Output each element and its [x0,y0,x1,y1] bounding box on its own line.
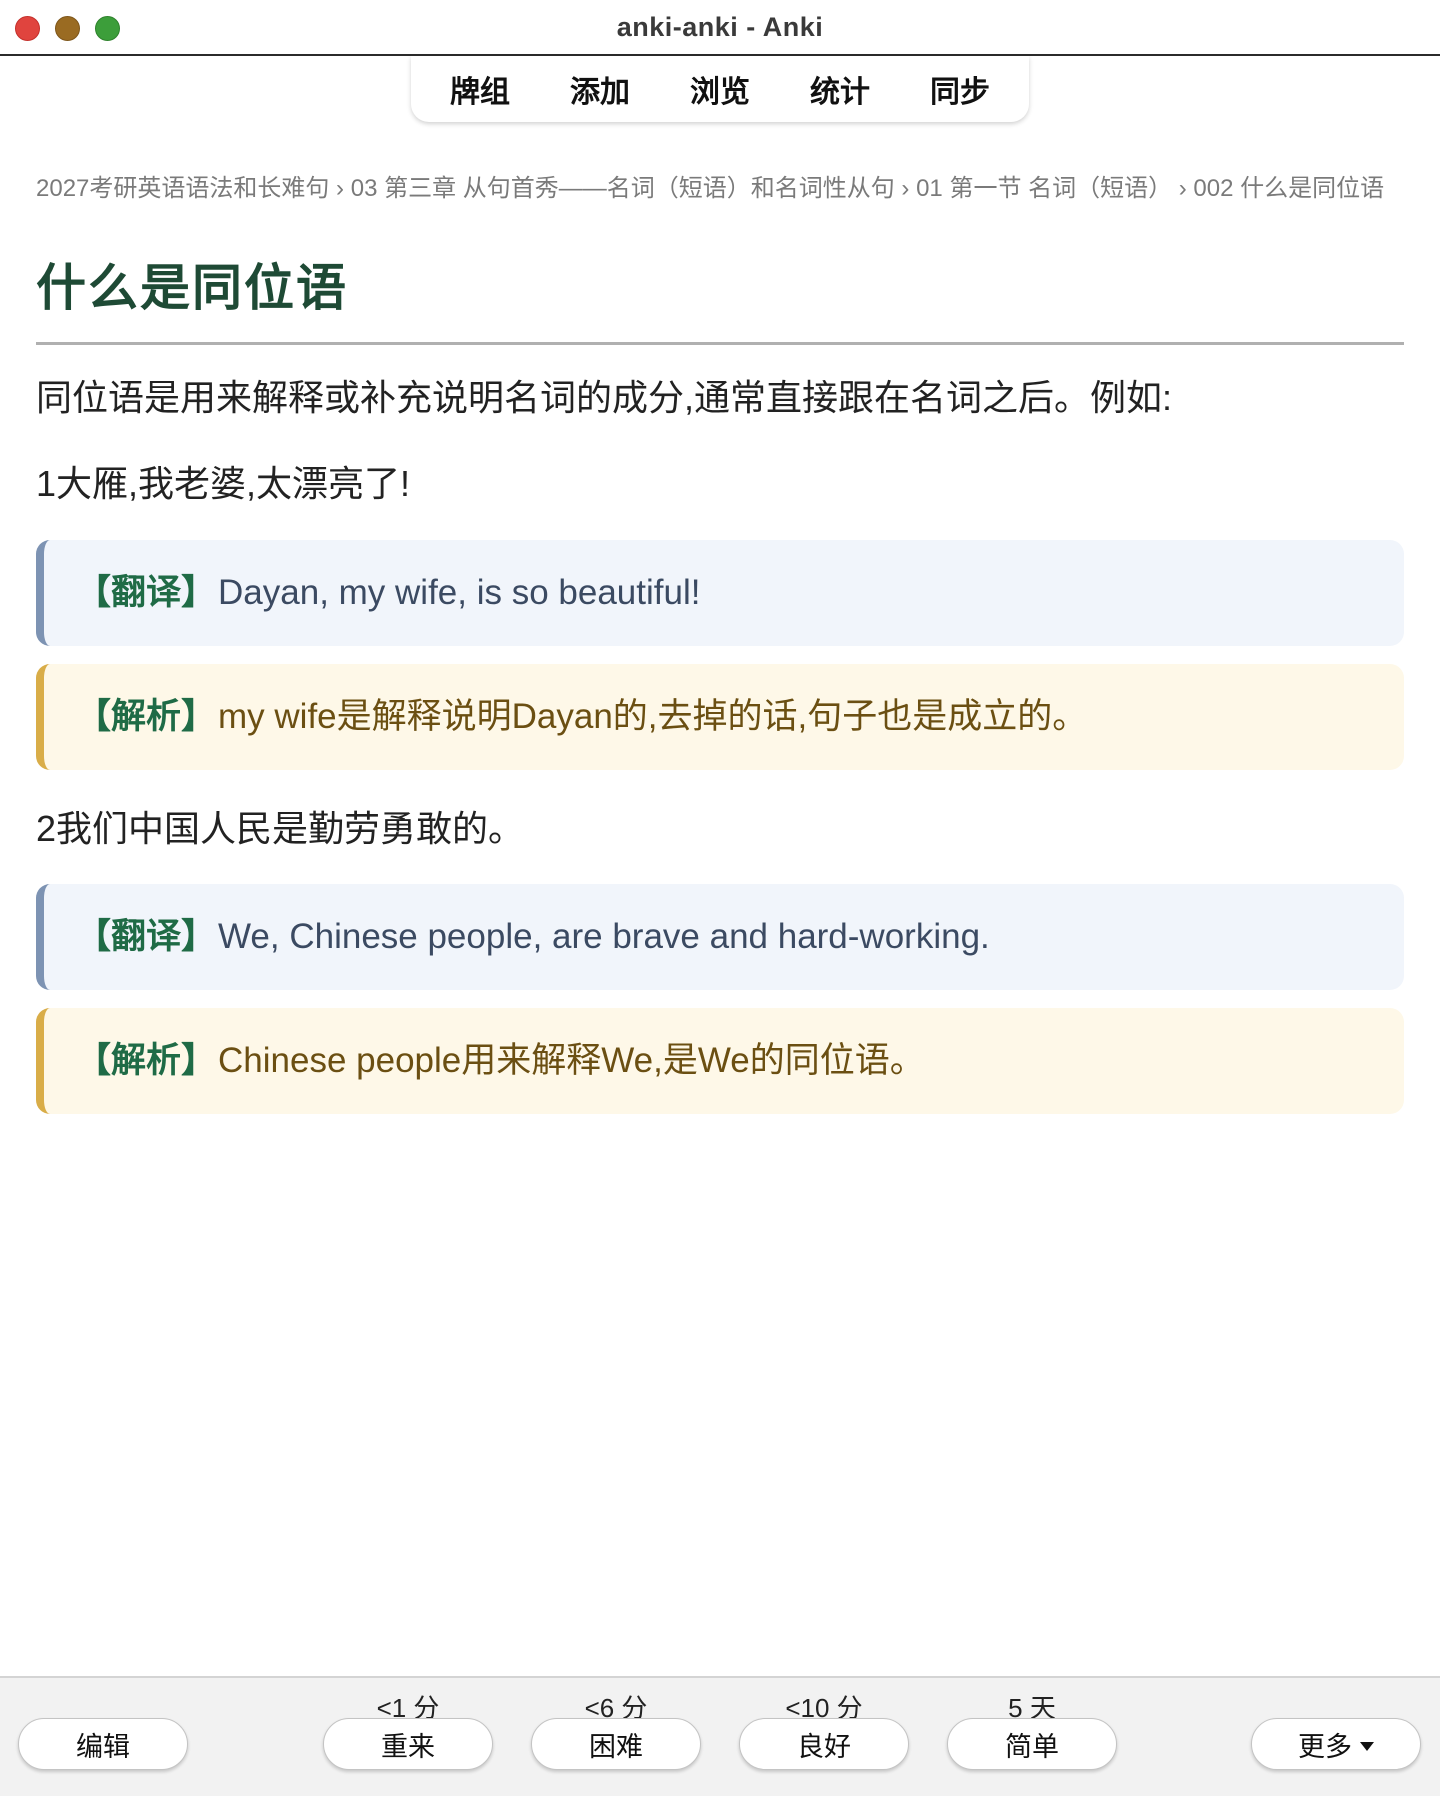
translation-text: Dayan, my wife, is so beautiful! [218,573,701,613]
card-title: 什么是同位语 [36,248,1404,345]
window-title: anki-anki - Anki [616,12,824,42]
top-nav: 牌组 添加 浏览 统计 同步 [411,56,1029,122]
window-titlebar: anki-anki - Anki [0,0,1440,56]
more-button[interactable]: 更多 [1251,1718,1421,1770]
easy-button[interactable]: 简单 [947,1718,1117,1770]
nav-decks[interactable]: 牌组 [420,67,540,111]
example-sentence: 1大雁,我老婆,太漂亮了! [36,463,411,505]
nav-add[interactable]: 添加 [540,67,660,111]
nav-browse[interactable]: 浏览 [660,67,780,111]
example-sentence: 2我们中国人民是勤劳勇敢的。 [36,807,525,849]
intro-text: 同位语是用来解释或补充说明名词的成分,通常直接跟在名词之后。例如: [36,377,1173,418]
nav-stats[interactable]: 统计 [780,67,900,111]
hard-button[interactable]: 困难 [531,1718,701,1770]
analysis-callout: 【解析】 Chinese people用来解释We,是We的同位语。 [36,1008,1404,1115]
analysis-callout: 【解析】 my wife是解释说明Dayan的,去掉的话,句子也是成立的。 [36,663,1404,770]
again-button[interactable]: 重来 [323,1718,493,1770]
caret-down-icon [1360,1741,1374,1751]
analysis-text: Chinese people用来解释We,是We的同位语。 [218,1041,925,1081]
translation-text: We, Chinese people, are brave and hard-w… [218,917,990,957]
translation-callout: 【翻译】 Dayan, my wife, is so beautiful! [36,539,1404,646]
answer-bar: 编辑 <1 分 重来 <6 分 困难 <10 分 良好 5 天 简单 更多 [0,1676,1440,1796]
nav-sync[interactable]: 同步 [900,67,1020,111]
breadcrumb: 2027考研英语语法和长难句 › 03 第三章 从句首秀——名词（短语）和名词性… [36,175,1385,202]
good-button[interactable]: 良好 [739,1718,909,1770]
translation-tag: 【翻译】 [76,573,217,613]
analysis-tag: 【解析】 [76,1041,217,1081]
edit-button[interactable]: 编辑 [18,1718,188,1770]
analysis-text: my wife是解释说明Dayan的,去掉的话,句子也是成立的。 [218,697,1088,737]
more-label: 更多 [1298,1731,1352,1762]
card-content: 2027考研英语语法和长难句 › 03 第三章 从句首秀——名词（短语）和名词性… [36,168,1404,1115]
translation-callout: 【翻译】 We, Chinese people, are brave and h… [36,884,1404,991]
analysis-tag: 【解析】 [76,697,217,737]
translation-tag: 【翻译】 [76,917,217,957]
